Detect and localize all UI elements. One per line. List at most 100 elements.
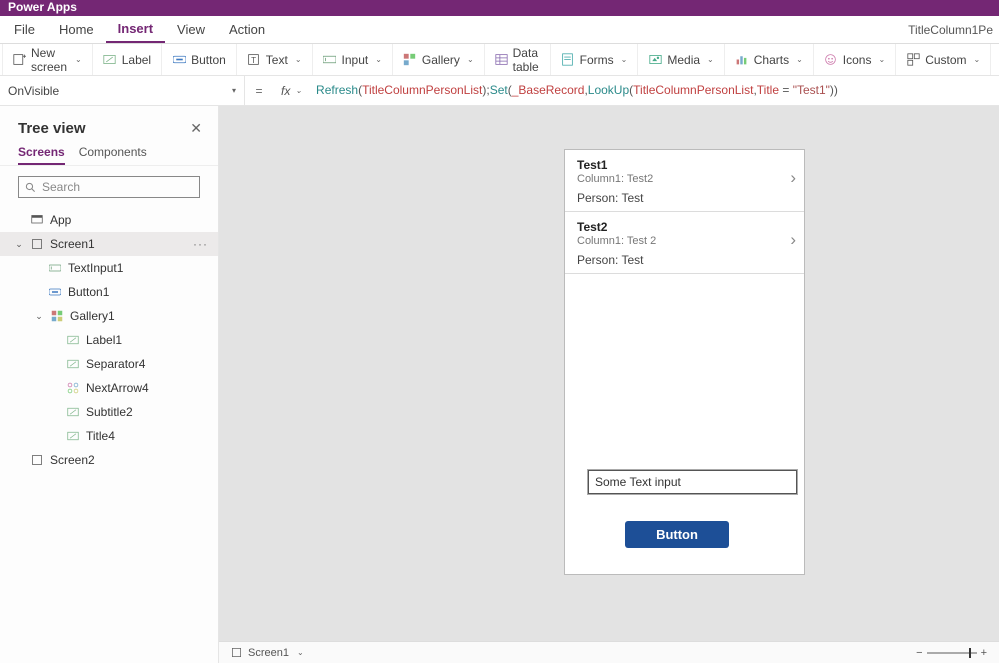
close-icon[interactable]: ✕ xyxy=(190,120,202,137)
zoom-in-icon[interactable]: + xyxy=(981,647,987,659)
ribbon-ai-builder[interactable]: AI Builder⌄ xyxy=(991,44,999,75)
screen-icon xyxy=(231,647,242,658)
datatable-icon xyxy=(495,53,508,67)
ribbon-button[interactable]: Button xyxy=(162,44,237,75)
app-header: Power Apps xyxy=(0,0,999,16)
property-select-value: OnVisible xyxy=(8,84,59,98)
charts-icon xyxy=(735,53,749,67)
tree-node-subtitle2[interactable]: Subtitle2 xyxy=(0,400,218,424)
tree-node-label1[interactable]: Label1 xyxy=(0,328,218,352)
chevron-down-icon[interactable]: ⌄ xyxy=(295,86,302,95)
ribbon-data-table[interactable]: Data table xyxy=(485,44,551,75)
button-preview[interactable]: Button xyxy=(625,521,729,548)
ribbon-new-screen[interactable]: New screen⌄ xyxy=(2,44,93,75)
menu-home[interactable]: Home xyxy=(47,16,106,43)
tree-node-app[interactable]: App xyxy=(0,208,218,232)
ribbon-item-label: Label xyxy=(122,53,151,67)
custom-icon xyxy=(906,53,920,67)
menu-file[interactable]: File xyxy=(2,16,47,43)
more-icon[interactable]: ··· xyxy=(193,237,208,251)
ribbon-item-label: Data table xyxy=(513,46,540,74)
fx-text: fx xyxy=(281,84,290,98)
tree-tabs: Screens Components xyxy=(0,145,218,166)
tree-node-screen2[interactable]: Screen2 xyxy=(0,448,218,472)
screen-icon xyxy=(30,453,44,467)
context-label: TitleColumn1Pe xyxy=(908,23,993,37)
ribbon-item-label: Icons xyxy=(843,53,872,67)
zoom-out-icon[interactable]: − xyxy=(916,647,922,659)
ribbon-item-label: Media xyxy=(667,53,700,67)
ribbon-media[interactable]: Media⌄ xyxy=(638,44,724,75)
equals-sign: = xyxy=(245,84,273,98)
gallery-item-person: Person: Test xyxy=(577,191,792,205)
menu-insert[interactable]: Insert xyxy=(106,16,165,43)
tree-node-separator4[interactable]: Separator4 xyxy=(0,352,218,376)
tree-node-screen1[interactable]: ⌄ Screen1 ··· xyxy=(0,232,218,256)
ribbon-custom[interactable]: Custom⌄ xyxy=(896,44,991,75)
top-menu: FileHomeInsertViewAction TitleColumn1Pe xyxy=(0,16,999,44)
tree-node-label: Separator4 xyxy=(86,357,145,371)
gallery-item[interactable]: Test2Column1: Test 2Person: Test› xyxy=(565,212,804,274)
chevron-right-icon[interactable]: › xyxy=(790,168,796,188)
menu-view[interactable]: View xyxy=(165,16,217,43)
chevron-right-icon[interactable]: › xyxy=(790,230,796,250)
tab-screens[interactable]: Screens xyxy=(18,145,65,165)
text-icon: T xyxy=(247,53,261,67)
gallery-item-subtitle: Column1: Test2 xyxy=(577,173,792,185)
ribbon-input[interactable]: Input⌄ xyxy=(313,44,393,75)
ribbon-gallery[interactable]: Gallery⌄ xyxy=(393,44,485,75)
chevron-down-icon[interactable]: ⌄ xyxy=(14,239,24,250)
gallery-item[interactable]: Test1Column1: Test2 Person: Test › xyxy=(565,150,804,212)
media-icon xyxy=(648,53,662,67)
chevron-down-icon[interactable]: ⌄ xyxy=(34,311,44,322)
tree-node-label: Label1 xyxy=(86,333,122,347)
tree-node-textinput1[interactable]: TextInput1 xyxy=(0,256,218,280)
tree-node-title4[interactable]: Title4 xyxy=(0,424,218,448)
tree-node-label: Subtitle2 xyxy=(86,405,133,419)
formula-input[interactable]: Refresh(TitleColumnPersonList);Set(_Base… xyxy=(310,83,999,98)
ribbon-item-label: Gallery xyxy=(422,53,460,67)
tree-node-label: Screen2 xyxy=(50,453,95,467)
ribbon-item-label: Input xyxy=(342,53,369,67)
gallery-item-person: Person: Test xyxy=(577,253,792,267)
slider-track[interactable] xyxy=(927,652,977,654)
tree-node-gallery1[interactable]: ⌄ Gallery1 xyxy=(0,304,218,328)
screen-icon xyxy=(30,237,44,251)
tree-node-label: App xyxy=(50,213,71,227)
gallery-item-title: Test1 xyxy=(577,158,792,172)
ribbon-icons[interactable]: Icons⌄ xyxy=(814,44,896,75)
ribbon-label[interactable]: Label xyxy=(93,44,162,75)
icons-icon xyxy=(824,53,838,67)
gallery-icon xyxy=(50,309,64,323)
tree-node-label: Gallery1 xyxy=(70,309,115,323)
status-screen-label[interactable]: Screen1 xyxy=(248,647,289,659)
ribbon-item-label: New screen xyxy=(31,46,68,74)
subtitle-icon xyxy=(66,405,80,419)
property-select[interactable]: OnVisible ▾ xyxy=(0,76,245,105)
gallery-icon xyxy=(403,53,417,67)
chevron-down-icon[interactable]: ⌄ xyxy=(297,648,304,657)
tree-node-label: NextArrow4 xyxy=(86,381,149,395)
menu-action[interactable]: Action xyxy=(217,16,277,43)
ribbon-charts[interactable]: Charts⌄ xyxy=(725,44,814,75)
tab-components[interactable]: Components xyxy=(79,145,147,165)
nextarrow-icon xyxy=(66,381,80,395)
separator-icon xyxy=(66,357,80,371)
ribbon-text[interactable]: TText⌄ xyxy=(237,44,313,75)
slider-thumb[interactable] xyxy=(969,648,971,658)
ribbon: New screen⌄LabelButtonTText⌄Input⌄Galler… xyxy=(0,44,999,76)
tree-node-label: Button1 xyxy=(68,285,109,299)
screen-canvas[interactable]: Test1Column1: Test2Person: Test›Test2Col… xyxy=(565,150,804,574)
ribbon-item-label: Custom xyxy=(925,53,966,67)
text-input-preview[interactable]: Some Text input xyxy=(588,470,797,494)
tree-node-button1[interactable]: Button1 xyxy=(0,280,218,304)
text-input-value: Some Text input xyxy=(595,475,681,489)
ribbon-forms[interactable]: Forms⌄ xyxy=(551,44,639,75)
ribbon-item-label: Charts xyxy=(754,53,789,67)
zoom-slider[interactable]: − + xyxy=(916,647,987,659)
tree-node-nextarrow4[interactable]: NextArrow4 xyxy=(0,376,218,400)
tree-search-input[interactable]: Search xyxy=(18,176,200,198)
tree-node-label: Title4 xyxy=(86,429,115,443)
search-placeholder: Search xyxy=(42,180,80,194)
ribbon-item-label: Button xyxy=(191,53,226,67)
